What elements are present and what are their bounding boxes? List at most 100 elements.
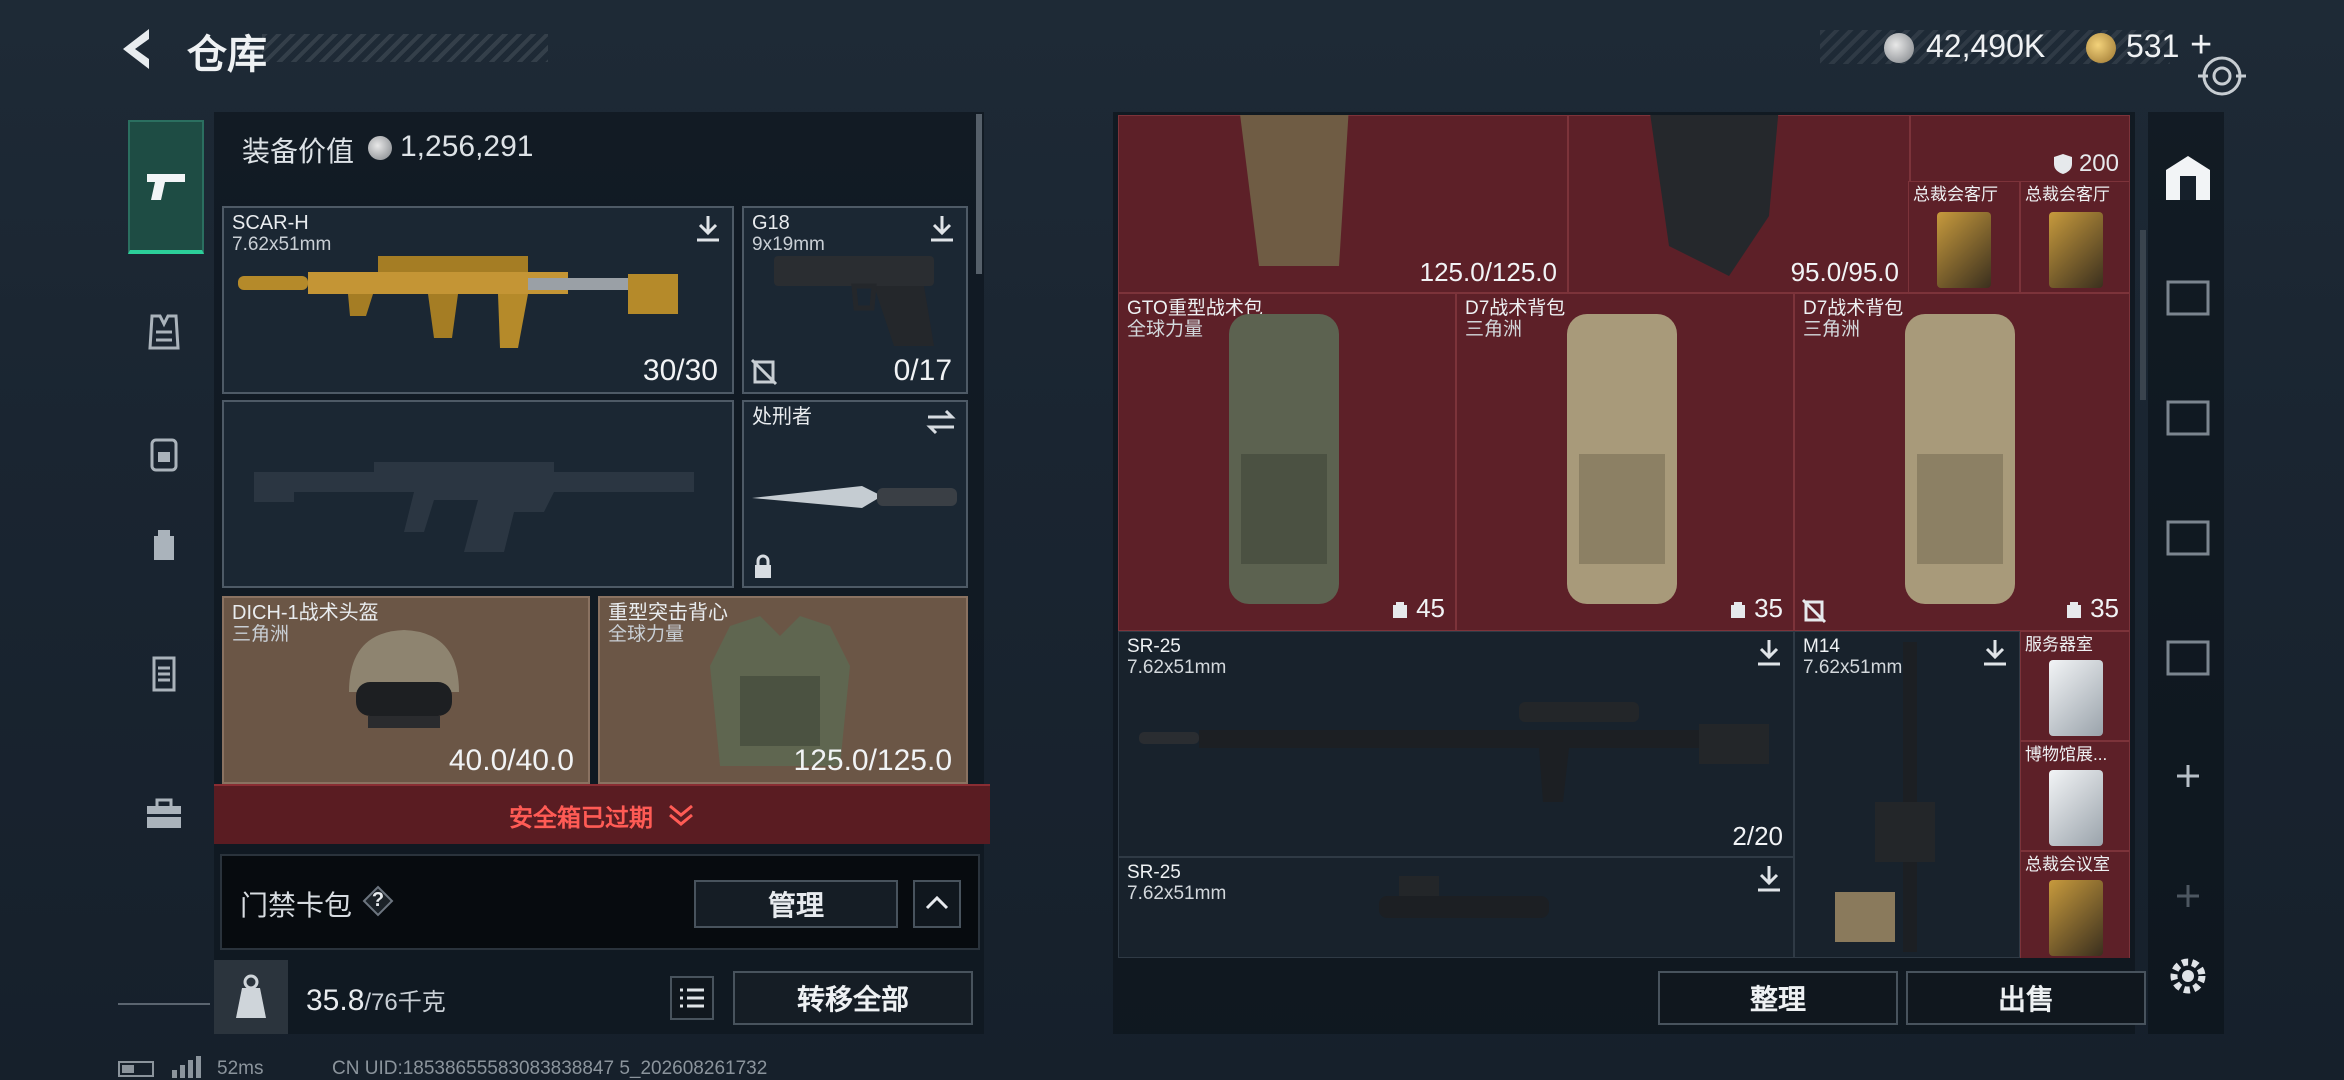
- swap-icon[interactable]: [924, 408, 958, 436]
- armor-icon: [148, 314, 180, 350]
- organize-button[interactable]: 整理: [1658, 971, 1898, 1025]
- nav-briefcase[interactable]: [128, 778, 200, 850]
- storage-page-2[interactable]: [2160, 268, 2216, 324]
- storage-scrollbar[interactable]: [2140, 230, 2146, 400]
- storage-backpack[interactable]: D7战术背包 三角洲 35: [1456, 293, 1794, 631]
- list-view-button[interactable]: [670, 976, 714, 1020]
- nav-keycards[interactable]: [128, 638, 200, 710]
- keycard-image: [1937, 212, 1991, 288]
- equipment-value-label: 装备价值: [242, 136, 355, 167]
- storage-weapon[interactable]: M14 7.62x51mm: [1794, 631, 2020, 958]
- helmet-region: 三角洲: [232, 624, 290, 645]
- backpack-region: 三角洲: [1803, 319, 1861, 340]
- storage-page-5[interactable]: [2160, 628, 2216, 684]
- help-label: ?: [371, 889, 385, 911]
- storage-backpack[interactable]: D7战术背包 三角洲 35: [1794, 293, 2130, 631]
- storage-backpack[interactable]: GTO重型战术包 全球力量 45: [1118, 293, 1456, 631]
- lock-icon: [755, 554, 771, 578]
- help-icon[interactable]: ?: [362, 885, 394, 917]
- backpack-capacity-icon: [1731, 601, 1746, 618]
- keycard-case-label: 门禁卡包: [240, 890, 353, 921]
- rifle-silhouette-icon: [254, 462, 694, 552]
- keycard-item[interactable]: 总裁会客厅: [2020, 181, 2130, 293]
- keycard-item[interactable]: 总裁会客厅: [1908, 181, 2020, 293]
- armor-image: [1240, 115, 1349, 266]
- weight-readout: 35.8/76千克: [306, 982, 446, 1018]
- ammo-count: 2/20: [1732, 821, 1783, 851]
- backpack-image: [1567, 314, 1677, 604]
- back-arrow-icon[interactable]: [115, 25, 159, 73]
- keycard-item[interactable]: 服务器室: [2020, 631, 2130, 741]
- safe-box-expired-banner[interactable]: 安全箱已过期: [214, 784, 990, 844]
- keycard-item[interactable]: 总裁会议室: [2020, 851, 2130, 958]
- storage-item-vest[interactable]: 95.0/95.0: [1568, 115, 1910, 293]
- vest-slot[interactable]: 重型突击背心 全球力量 125.0/125.0: [598, 596, 968, 784]
- storage-weapon[interactable]: SR-25 7.62x51mm 2/20: [1118, 631, 1794, 857]
- storage-box-icon: [2166, 280, 2210, 316]
- keycard-image: [2049, 660, 2103, 736]
- manage-button[interactable]: 管理: [694, 880, 898, 928]
- vest-image: [1650, 115, 1779, 276]
- keycard-item[interactable]: 博物馆展...: [2020, 741, 2130, 851]
- primary-weapon-slot[interactable]: SCAR-H 7.62x51mm 30/30: [222, 206, 734, 394]
- scope-image: [1379, 876, 1549, 918]
- helmet-durability: 40.0/40.0: [448, 744, 574, 777]
- storage-page-3[interactable]: [2160, 388, 2216, 444]
- pistol-icon: [147, 174, 185, 200]
- backpack-capacity-icon: [2067, 601, 2082, 618]
- transfer-all-button[interactable]: 转移全部: [733, 971, 973, 1025]
- nav-weapons[interactable]: [128, 120, 204, 254]
- crosshair-icon[interactable]: [2196, 50, 2248, 102]
- weapon-name: SR-25: [1127, 862, 1181, 883]
- armor-value: 200: [2078, 150, 2119, 177]
- backpack-capacity: 35: [1754, 593, 1783, 623]
- m14-rifle-image: [1835, 642, 1935, 952]
- shield-icon: [2053, 154, 2072, 174]
- storage-weapon[interactable]: SR-25 7.62x51mm: [1118, 857, 1794, 958]
- storage-home-icon: [2166, 156, 2210, 200]
- list-icon: [680, 988, 704, 1008]
- melee-slot[interactable]: 处刑者: [742, 400, 968, 588]
- storage-item-armor[interactable]: 125.0/125.0: [1118, 115, 1568, 293]
- chevron-up-icon: [925, 895, 949, 910]
- keycard-image: [2049, 212, 2103, 288]
- weapon-name: G18: [752, 212, 790, 234]
- gear-icon: [2170, 958, 2206, 994]
- nav-armor[interactable]: [128, 296, 200, 368]
- nav-chest-rig[interactable]: [128, 418, 200, 490]
- vest-region: 全球力量: [608, 624, 685, 645]
- no-magazine-icon: [1801, 598, 1827, 624]
- scrollbar[interactable]: [976, 114, 982, 274]
- vest-durability: 125.0/125.0: [793, 744, 952, 777]
- helmet-slot[interactable]: DICH-1战术头盔 三角洲 40.0/40.0: [222, 596, 590, 784]
- storage-box-icon: [2166, 520, 2210, 556]
- keycard-name: 总裁会客厅: [2025, 185, 2110, 204]
- secondary-weapon-slot[interactable]: [222, 400, 734, 588]
- gold-amount: 531: [2126, 28, 2180, 64]
- executioner-knife-image: [752, 486, 957, 508]
- storage-box-icon: [2166, 400, 2210, 436]
- nav-backpack[interactable]: [128, 508, 200, 580]
- pistol-slot[interactable]: G18 9x19mm 0/17: [742, 206, 968, 394]
- add-storage-button[interactable]: [2160, 748, 2216, 804]
- gold-coin-icon: [2086, 33, 2116, 63]
- item-durability: 125.0/125.0: [1419, 257, 1557, 287]
- scar-h-rifle-image: [238, 256, 678, 348]
- page-title: 仓库: [187, 33, 267, 77]
- nav-divider: [118, 1003, 210, 1005]
- storage-page-1[interactable]: [2160, 150, 2216, 206]
- download-icon[interactable]: [1755, 864, 1783, 894]
- backpack-capacity: 45: [1416, 593, 1445, 623]
- backpack-image: [1229, 314, 1339, 604]
- signal-icon: [172, 1056, 201, 1078]
- backpack-icon: [154, 530, 174, 560]
- collapse-button[interactable]: [913, 880, 961, 928]
- g18-pistol-image: [774, 256, 934, 346]
- item-durability: 95.0/95.0: [1790, 257, 1899, 287]
- plus-icon: [2177, 765, 2199, 787]
- weapon-name: SCAR-H: [232, 212, 309, 234]
- keycard-name: 总裁会议室: [2025, 855, 2110, 874]
- storage-page-4[interactable]: [2160, 508, 2216, 564]
- sell-button[interactable]: 出售: [1906, 971, 2146, 1025]
- settings-button[interactable]: [2160, 948, 2216, 1004]
